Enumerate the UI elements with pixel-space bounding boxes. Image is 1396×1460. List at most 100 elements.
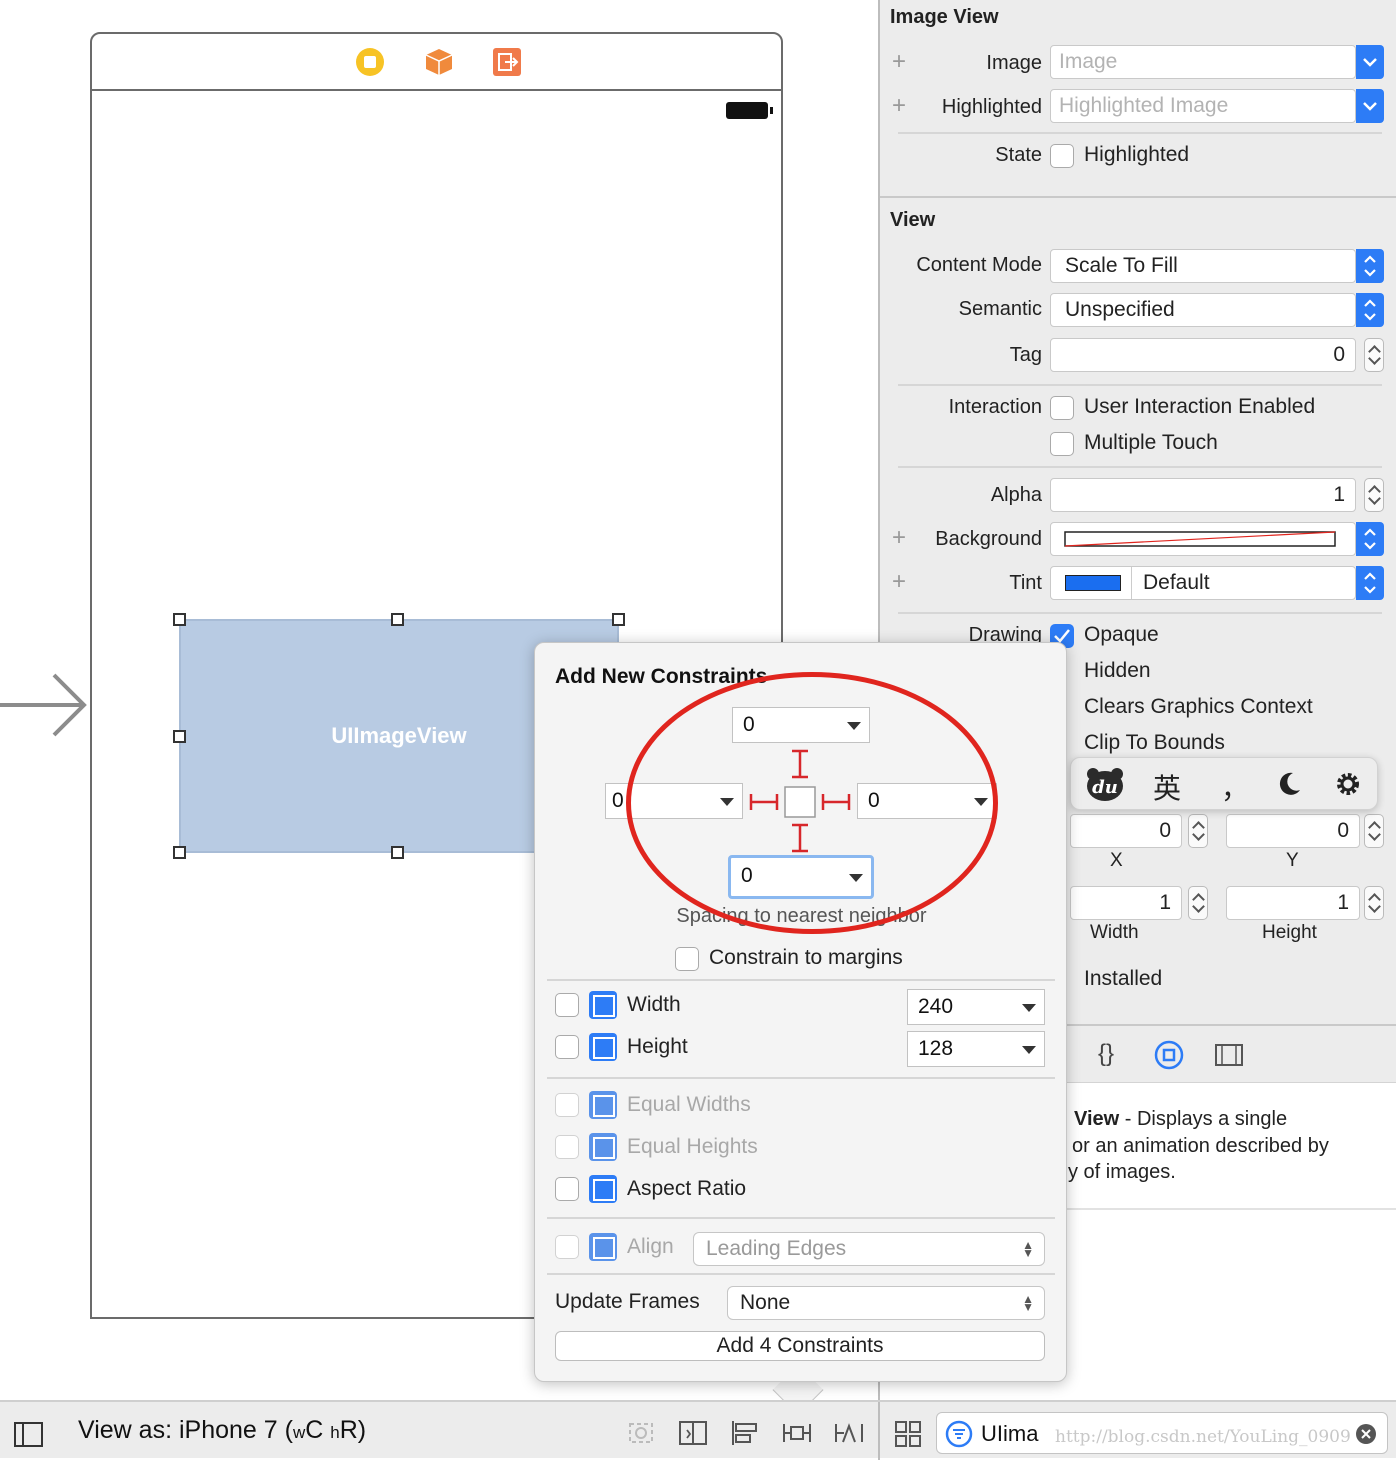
stretching-width-field[interactable]: 1 (1070, 886, 1182, 920)
resize-handle[interactable] (173, 613, 186, 626)
watermark-text: http://blog.csdn.net/YouLing_0909 (1055, 1427, 1351, 1447)
up-down-chevron-icon (1364, 255, 1376, 277)
divider (1131, 567, 1132, 599)
divider (547, 979, 1055, 981)
highlighted-image-field[interactable]: Highlighted Image (1050, 89, 1356, 123)
size-class-c: C (305, 1416, 324, 1444)
height-label: Height (627, 1035, 688, 1058)
document-outline-toggle-icon[interactable] (14, 1422, 44, 1448)
installed-label: Installed (1084, 967, 1163, 990)
code-snippet-library-icon[interactable]: {} (1098, 1040, 1114, 1068)
add-variation-icon[interactable]: + (892, 48, 906, 76)
opaque-label: Opaque (1084, 623, 1159, 646)
update-frames-label: Update Frames (555, 1290, 700, 1313)
update-frames-icon[interactable] (626, 1420, 656, 1446)
moon-icon[interactable] (1275, 770, 1303, 798)
punctuation-toggle[interactable]: ， (1221, 767, 1249, 807)
resize-handle[interactable] (391, 846, 404, 859)
height-value-combo[interactable]: 128 (907, 1031, 1045, 1067)
update-frames-select[interactable]: None ▲ ▼ (727, 1286, 1045, 1320)
background-dropdown-button[interactable] (1356, 522, 1384, 556)
content-mode-select[interactable]: Scale To Fill (1050, 249, 1356, 283)
image-field[interactable]: Image (1050, 45, 1356, 79)
resize-handle[interactable] (391, 613, 404, 626)
view-section-title: View (890, 209, 936, 231)
height-value: 128 (918, 1037, 954, 1060)
width-value-combo[interactable]: 240 (907, 989, 1045, 1025)
stretching-x-field[interactable]: 0 (1070, 814, 1182, 848)
semantic-select[interactable]: Unspecified (1050, 293, 1356, 327)
highlighted-checkbox[interactable] (1050, 144, 1074, 168)
align-select[interactable]: Leading Edges ▲ ▼ (693, 1232, 1045, 1266)
resize-handle[interactable] (173, 730, 186, 743)
highlighted-label: Highlighted (941, 96, 1042, 118)
content-mode-stepper[interactable] (1356, 249, 1384, 283)
view-as-device-button[interactable]: View as: iPhone 7 (wC hR) (78, 1416, 366, 1445)
equal-heights-checkbox[interactable] (555, 1135, 579, 1159)
aspect-ratio-checkbox[interactable] (555, 1177, 579, 1201)
highlighted-checkbox-label: Highlighted (1084, 143, 1190, 166)
view-controller-icon[interactable] (355, 47, 385, 77)
object-library-icon[interactable] (1154, 1040, 1184, 1070)
embed-in-stack-icon[interactable] (678, 1420, 708, 1446)
gear-icon[interactable] (1333, 769, 1363, 799)
hidden-label: Hidden (1084, 659, 1151, 682)
exit-icon[interactable] (492, 47, 522, 77)
add-constraints-button[interactable]: Add 4 Constraints (555, 1331, 1045, 1361)
baidu-paw-icon[interactable]: du (1085, 766, 1125, 802)
tag-field[interactable]: 0 (1050, 338, 1356, 372)
stretching-y-stepper[interactable] (1364, 814, 1384, 848)
image-dropdown-button[interactable] (1356, 45, 1384, 79)
resolve-auto-layout-issues-icon[interactable] (834, 1420, 864, 1446)
aspect-ratio-label: Aspect Ratio (627, 1177, 747, 1200)
stretching-height-field[interactable]: 1 (1226, 886, 1360, 920)
first-responder-icon[interactable] (424, 47, 454, 77)
divider (898, 384, 1382, 386)
resize-handle[interactable] (612, 613, 625, 626)
library-filter-field[interactable]: UIima http://blog.csdn.net/YouLing_0909 (936, 1412, 1388, 1454)
width-checkbox[interactable] (555, 993, 579, 1017)
constrain-margins-checkbox[interactable] (675, 947, 699, 971)
constrain-margins-label: Constrain to margins (709, 946, 903, 969)
content-mode-label: Content Mode (916, 254, 1042, 276)
multiple-touch-checkbox[interactable] (1050, 432, 1074, 456)
align-icon[interactable] (730, 1420, 760, 1446)
stretching-height-stepper[interactable] (1364, 886, 1384, 920)
tint-dropdown-button[interactable] (1356, 566, 1384, 600)
stretching-x-stepper[interactable] (1188, 814, 1208, 848)
background-color-well[interactable] (1050, 522, 1356, 556)
equal-widths-checkbox[interactable] (555, 1093, 579, 1117)
alpha-stepper[interactable] (1364, 478, 1384, 512)
input-method-toolbar: du 英 ， (1070, 757, 1378, 810)
alpha-field[interactable]: 1 (1050, 478, 1356, 512)
background-label: Background (935, 528, 1042, 550)
highlighted-dropdown-button[interactable] (1356, 89, 1384, 123)
view-as-label: View as: iPhone 7 ( (78, 1416, 293, 1444)
library-item-line2: or an animation described by (1072, 1135, 1329, 1157)
update-frames-value: None (740, 1291, 791, 1314)
battery-icon (726, 102, 773, 119)
size-class-r: R) (339, 1416, 367, 1444)
add-new-constraints-icon[interactable] (782, 1420, 812, 1446)
library-item-title: View (1074, 1108, 1120, 1130)
add-variation-icon[interactable]: + (892, 92, 906, 120)
up-down-chevron-icon: ▲ ▼ (1022, 1238, 1034, 1260)
clear-filter-icon[interactable] (1355, 1423, 1377, 1445)
grid-view-icon[interactable] (894, 1420, 922, 1448)
clear-color-swatch (1064, 531, 1336, 547)
language-toggle[interactable]: 英 (1153, 767, 1181, 807)
tag-stepper[interactable] (1364, 338, 1384, 372)
chevron-down-icon (1022, 1046, 1036, 1054)
user-interaction-checkbox[interactable] (1050, 396, 1074, 420)
semantic-stepper[interactable] (1356, 293, 1384, 327)
stretching-width-stepper[interactable] (1188, 886, 1208, 920)
stretching-y-field[interactable]: 0 (1226, 814, 1360, 848)
align-checkbox[interactable] (555, 1235, 579, 1259)
resize-handle[interactable] (173, 846, 186, 859)
align-icon (589, 1233, 617, 1261)
media-library-icon[interactable] (1214, 1042, 1244, 1068)
height-checkbox[interactable] (555, 1035, 579, 1059)
semantic-label: Semantic (958, 298, 1042, 320)
image-label: Image (986, 52, 1042, 74)
tint-select[interactable]: Default (1050, 566, 1356, 600)
